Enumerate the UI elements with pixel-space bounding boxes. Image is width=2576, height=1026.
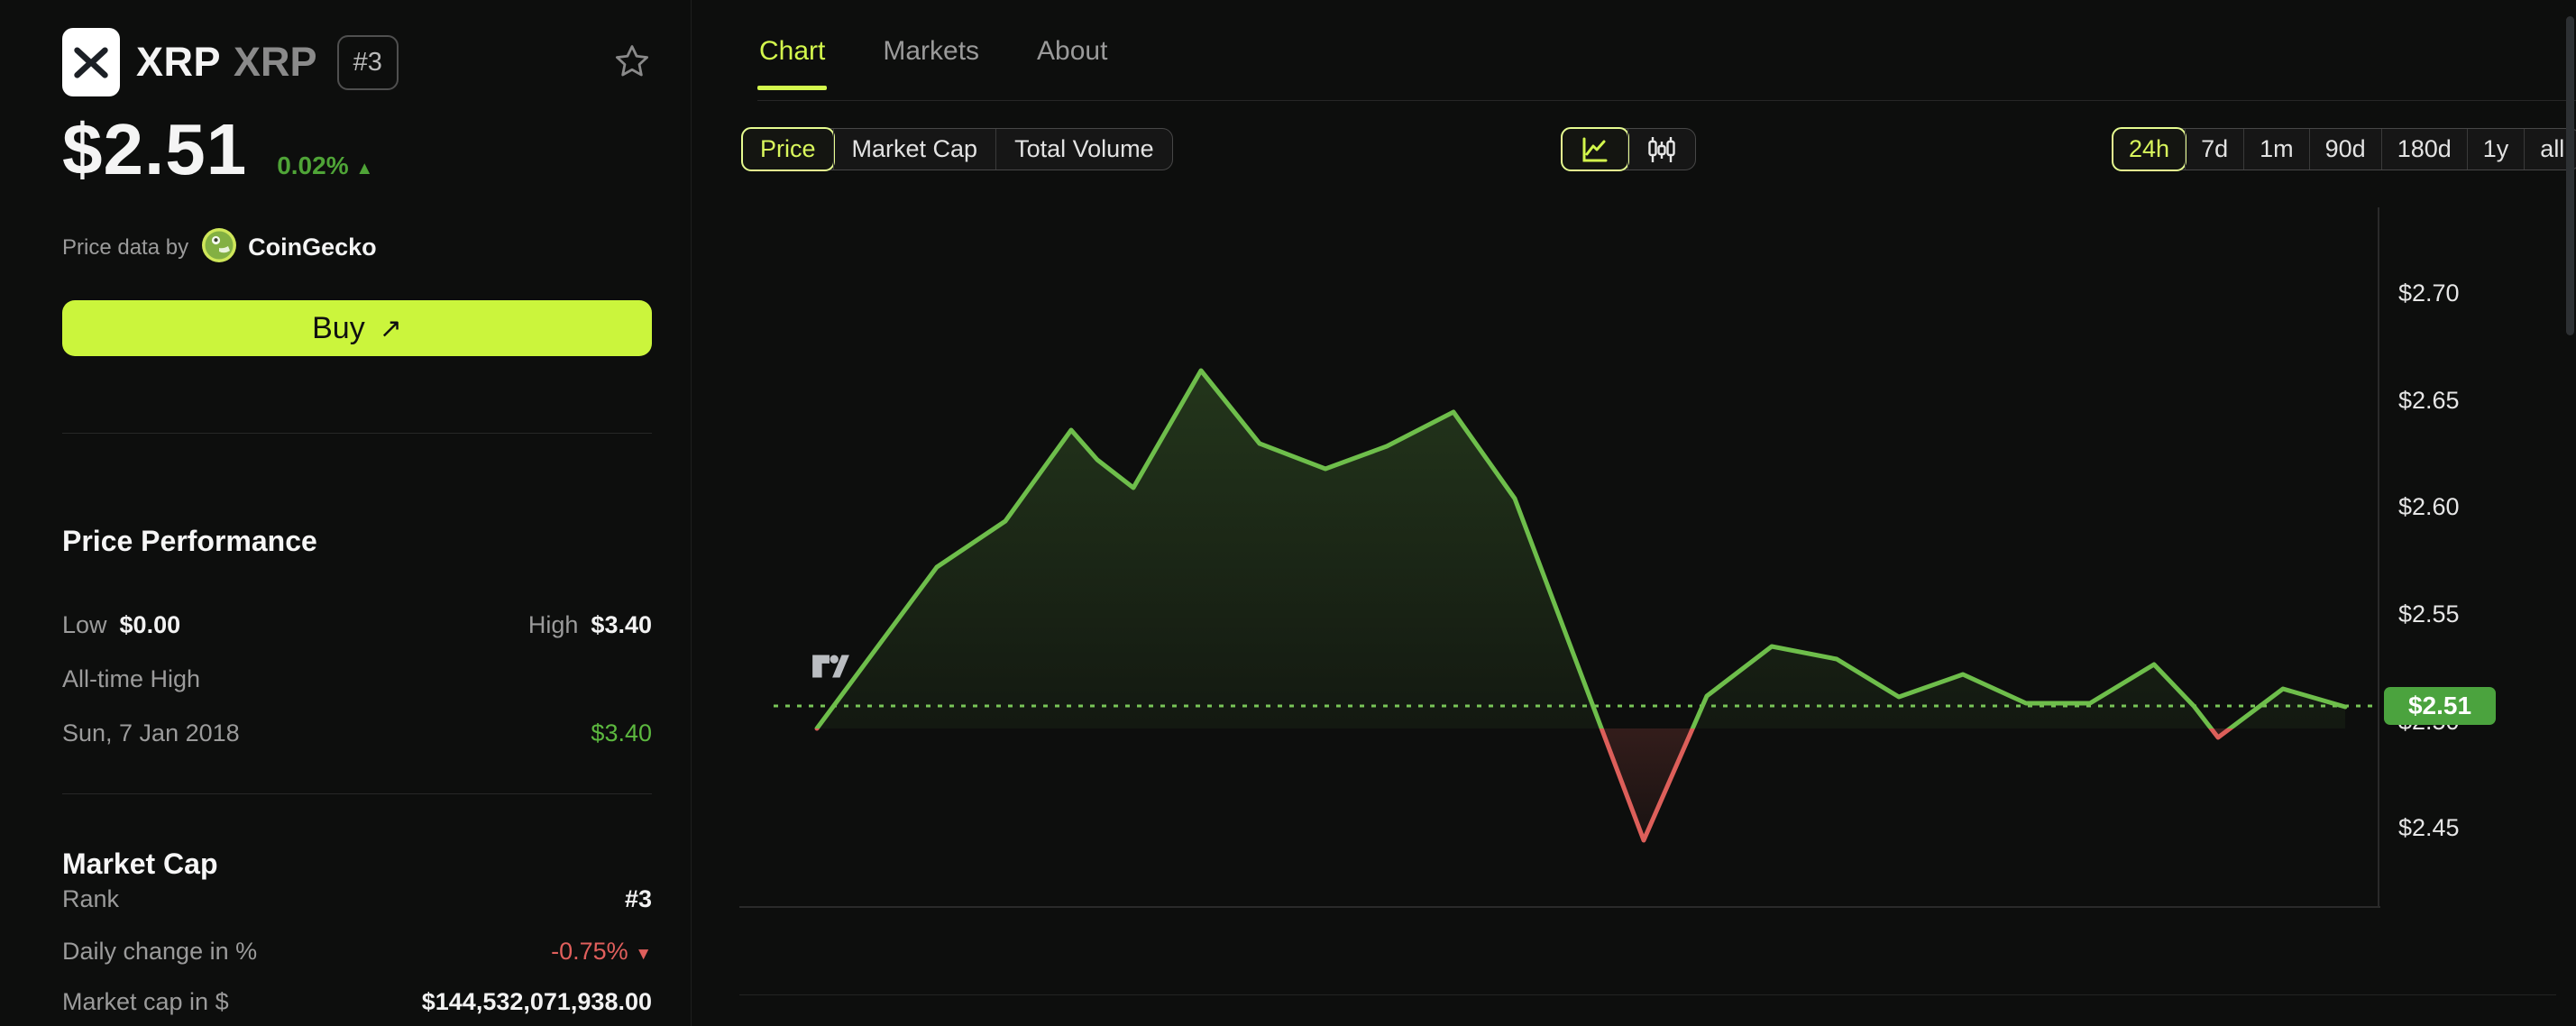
bottom-divider <box>739 994 2556 995</box>
candlestick-icon[interactable] <box>1627 129 1695 169</box>
candlestick-icon <box>1648 136 1675 162</box>
coin-symbol: XRP <box>234 39 317 85</box>
range-1m[interactable]: 1m <box>2243 129 2309 169</box>
xrp-logo-icon <box>62 28 120 96</box>
coin-name: XRP <box>136 39 222 85</box>
low-value: $0.00 <box>119 611 181 638</box>
ath-label-row: All-time High <box>62 665 652 693</box>
ath-label: All-time High <box>62 665 201 692</box>
range-90d[interactable]: 90d <box>2308 129 2381 169</box>
market-cap-row: Market cap in $ $144,532,071,938.00 <box>62 988 652 1016</box>
current-price-badge-label: $2.51 <box>2408 692 2471 719</box>
market-cap-value: $144,532,071,938.00 <box>421 988 652 1015</box>
daily-change-row: Daily change in % -0.75% ▼ <box>62 938 652 966</box>
metric-market-cap[interactable]: Market Cap <box>832 129 996 169</box>
metric-price[interactable]: Price <box>741 127 835 171</box>
coingecko-name: CoinGecko <box>248 234 377 261</box>
market-cap-label: Market cap in $ <box>62 988 229 1015</box>
ath-value-row: Sun, 7 Jan 2018 $3.40 <box>62 719 652 747</box>
y-axis-tick: $2.65 <box>2398 387 2460 414</box>
y-axis-tick: $2.55 <box>2398 600 2460 628</box>
coingecko-icon <box>201 227 237 268</box>
range-180d[interactable]: 180d <box>2380 129 2467 169</box>
high-label: High <box>527 611 579 638</box>
rank-row: Rank #3 <box>62 885 652 913</box>
buy-button[interactable]: Buy ↗ <box>62 300 652 356</box>
main-panel: Chart Markets About Price Market Cap Total V… <box>692 0 2576 1026</box>
rank-value: #3 <box>624 885 652 912</box>
ath-date: Sun, 7 Jan 2018 <box>62 719 240 747</box>
price-row: $2.51 0.02% ▲ <box>62 108 373 191</box>
tab-markets[interactable]: Markets <box>881 36 981 90</box>
favorite-star-icon[interactable] <box>613 42 651 83</box>
divider <box>62 433 652 434</box>
low-label: Low <box>62 611 107 638</box>
area-fill-up <box>817 371 2345 728</box>
range-7d[interactable]: 7d <box>2185 129 2243 169</box>
arrow-up-right-icon: ↗ <box>379 313 402 344</box>
price-performance-heading: Price Performance <box>62 525 317 557</box>
low-high-row: Low $0.00 High $3.40 <box>62 611 652 639</box>
line-chart-icon[interactable] <box>1561 127 1629 171</box>
market-cap-heading: Market Cap <box>62 847 218 880</box>
down-triangle-icon: ▼ <box>635 945 652 964</box>
price-chart[interactable]: $2.70$2.65$2.60$2.55$2.50$2.4514:3317:33… <box>739 207 2576 950</box>
up-triangle-icon: ▲ <box>355 159 374 179</box>
price-change: 0.02% ▲ <box>277 151 374 179</box>
daily-change-value: -0.75% ▼ <box>551 938 652 965</box>
time-range-toggle: 24h 7d 1m 90d 180d 1y all <box>2112 127 2576 171</box>
range-24h[interactable]: 24h <box>2112 127 2187 171</box>
tab-bar-border <box>757 100 2576 101</box>
ath-value: $3.40 <box>591 719 652 747</box>
y-axis-tick: $2.70 <box>2398 279 2460 307</box>
coin-header: XRP XRP #3 <box>62 27 651 97</box>
daily-change-label: Daily change in % <box>62 938 258 965</box>
metric-toggle: Price Market Cap Total Volume <box>741 127 1173 171</box>
y-axis-tick: $2.45 <box>2398 814 2460 841</box>
coin-sidebar: XRP XRP #3 $2.51 0.02% ▲ Price data by C… <box>0 0 692 1026</box>
tradingview-logo-icon[interactable] <box>810 646 851 692</box>
tab-about[interactable]: About <box>1035 36 1109 90</box>
tab-chart[interactable]: Chart <box>757 36 828 90</box>
divider <box>62 793 652 794</box>
metric-total-volume[interactable]: Total Volume <box>995 129 1172 169</box>
chart-type-toggle <box>1561 127 1696 171</box>
current-price: $2.51 <box>62 109 248 189</box>
tab-bar: Chart Markets About <box>757 36 1109 90</box>
attribution-label: Price data by <box>62 234 189 260</box>
line-chart-icon <box>1582 137 1608 161</box>
price-data-attribution: Price data by CoinGecko <box>62 227 377 268</box>
range-1y[interactable]: 1y <box>2466 129 2525 169</box>
scrollbar-thumb[interactable] <box>2566 16 2574 335</box>
y-axis-tick: $2.60 <box>2398 493 2460 520</box>
high-value: $3.40 <box>591 611 652 638</box>
price-chart-svg[interactable]: $2.70$2.65$2.60$2.55$2.50$2.4514:3317:33… <box>739 207 2576 950</box>
rank-label: Rank <box>62 885 120 912</box>
rank-badge: #3 <box>336 34 399 90</box>
